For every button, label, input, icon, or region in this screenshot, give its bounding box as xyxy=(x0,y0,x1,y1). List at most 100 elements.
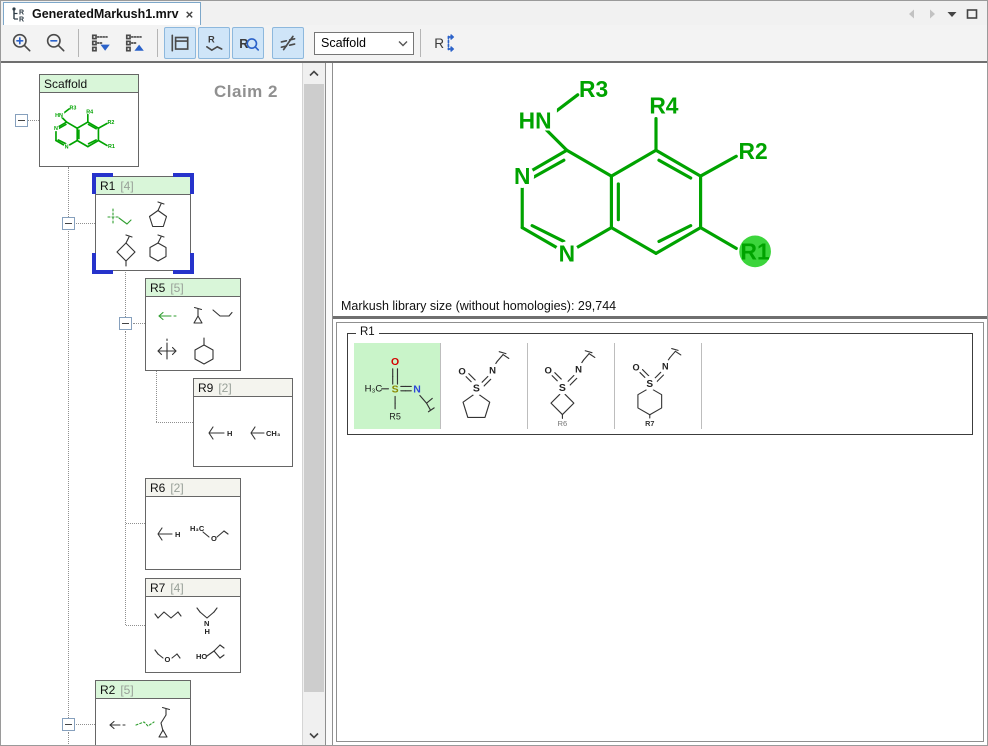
option2-n: N xyxy=(489,366,496,377)
atom-label-r1[interactable]: R1 xyxy=(741,238,770,264)
scaffold-structure[interactable]: HN R3 R4 R2 R1 N N xyxy=(438,67,874,295)
chevron-down-icon xyxy=(398,40,408,47)
r1-option-2[interactable]: S O N xyxy=(441,343,528,429)
tab-close-icon[interactable]: × xyxy=(186,7,194,22)
r1-node-count: [4] xyxy=(120,179,133,193)
atom-label-n3[interactable]: N xyxy=(514,163,530,189)
r9-atom-h: H xyxy=(227,429,232,438)
option1-h3c: H₃C xyxy=(365,384,383,395)
rgroup-view-button[interactable]: R xyxy=(198,27,230,59)
option1-n: N xyxy=(413,385,421,396)
scroll-up-button[interactable] xyxy=(303,63,325,83)
r2-expander[interactable] xyxy=(62,718,75,731)
view-selector-dropdown[interactable]: Scaffold xyxy=(314,32,414,55)
r9-node-count: [2] xyxy=(218,381,231,395)
option4-r7: R7 xyxy=(645,419,654,428)
expand-all-button[interactable] xyxy=(85,27,117,59)
r5-fragments-thumb xyxy=(150,299,236,369)
scaffold-viewer[interactable]: HN R3 R4 R2 R1 N N xyxy=(333,63,987,295)
zoom-out-button[interactable] xyxy=(40,27,72,59)
maximize-icon[interactable] xyxy=(965,7,979,21)
zoom-in-button[interactable] xyxy=(6,27,38,59)
svg-text:R3: R3 xyxy=(69,105,76,111)
toolbar-separator xyxy=(157,29,158,57)
r9-node-header: R9 [2] xyxy=(194,379,292,397)
app-window: R R GeneratedMarkush1.mrv × xyxy=(0,0,988,746)
tree-scrollbar[interactable] xyxy=(302,63,325,745)
library-size-status: Markush library size (without homologies… xyxy=(333,295,987,319)
r6-node-header: R6 [2] xyxy=(146,479,240,497)
tree-connector xyxy=(133,323,145,324)
svg-text:R: R xyxy=(19,17,24,23)
r9-fragments-thumb: H CH₃ xyxy=(195,399,291,465)
option4-s: S xyxy=(646,379,653,390)
hide-markers-button[interactable] xyxy=(272,27,304,59)
scrollbar-thumb[interactable] xyxy=(304,84,324,692)
markush-tree-panel: Claim 2 Scaffold xyxy=(1,63,326,745)
tree-connector xyxy=(126,625,145,626)
tree-connector xyxy=(68,732,69,745)
tree-node-r1[interactable]: R1 [4] xyxy=(95,176,191,271)
tree-connector xyxy=(68,167,69,217)
tree-node-r6[interactable]: R6 [2] H H₃C O xyxy=(145,478,241,570)
r5-expander[interactable] xyxy=(119,317,132,330)
atom-label-r3[interactable]: R3 xyxy=(579,76,608,102)
svg-text:R2: R2 xyxy=(107,120,114,126)
r7-atom-h: H xyxy=(205,627,210,636)
r7-fragments-thumb: N H O HO xyxy=(150,598,236,671)
tab-strip: R R GeneratedMarkush1.mrv × xyxy=(1,1,987,25)
atom-label-r4[interactable]: R4 xyxy=(649,93,678,119)
tree-node-r7[interactable]: R7 [4] N H O HO xyxy=(145,578,241,673)
tabs-menu-icon[interactable] xyxy=(945,7,959,21)
enumeration-button[interactable]: R xyxy=(427,27,459,59)
expand-tree-icon xyxy=(90,32,112,54)
atom-label-r2[interactable]: R2 xyxy=(739,138,768,164)
r2-fragments-thumb xyxy=(100,701,186,745)
r1-option-1-structure: H₃C S O N R5 xyxy=(357,347,437,425)
option1-o: O xyxy=(391,357,399,368)
tabs-prev-icon[interactable] xyxy=(905,7,919,21)
r9-node-label: R9 xyxy=(198,381,213,395)
tree-connector xyxy=(68,231,69,718)
tree-node-r2[interactable]: R2 [5] xyxy=(95,680,191,745)
tree-connector xyxy=(125,331,126,625)
document-tab[interactable]: R R GeneratedMarkush1.mrv × xyxy=(3,2,201,25)
r7-atom-ho: HO xyxy=(196,652,207,661)
tree-connector xyxy=(156,371,157,422)
definitions-area: R1 xyxy=(333,319,987,745)
r1-expander[interactable] xyxy=(62,217,75,230)
r7-node-count: [4] xyxy=(170,581,183,595)
r7-atom-o: O xyxy=(165,655,171,664)
option4-n: N xyxy=(662,362,669,372)
zoom-in-icon xyxy=(11,32,33,54)
scroll-down-button[interactable] xyxy=(303,725,325,745)
atom-label-hn[interactable]: HN xyxy=(519,108,552,134)
tree-connector xyxy=(76,724,95,725)
tree-connector xyxy=(76,223,95,224)
scaffold-node-label: Scaffold xyxy=(44,77,87,91)
selection-corner xyxy=(173,173,194,194)
scaffold-expander[interactable] xyxy=(15,114,28,127)
collapse-all-button[interactable] xyxy=(119,27,151,59)
tabs-next-icon[interactable] xyxy=(925,7,939,21)
r1-option-1[interactable]: H₃C S O N R5 xyxy=(354,343,441,429)
r1-option-4-structure: S O N R7 xyxy=(618,344,698,428)
tree-node-r9[interactable]: R9 [2] H CH₃ xyxy=(193,378,293,467)
r7-node-header: R7 [4] xyxy=(146,579,240,597)
tree-node-scaffold[interactable]: Scaffold xyxy=(39,74,139,167)
hide-markers-icon xyxy=(277,32,299,54)
tree-node-r5[interactable]: R5 [5] xyxy=(145,278,241,371)
rgroup-query-button[interactable]: R xyxy=(232,27,264,59)
svg-text:R: R xyxy=(19,10,24,17)
scaffold-structure-thumb: HN R3 R4 R2 R1 N N xyxy=(43,99,135,161)
show-panels-button[interactable] xyxy=(164,27,196,59)
r1-option-3[interactable]: S O N R6 xyxy=(528,343,615,429)
detail-panel: HN R3 R4 R2 R1 N N Markush library size … xyxy=(332,63,987,745)
atom-label-n1[interactable]: N xyxy=(559,240,575,266)
r1-option-4[interactable]: S O N R7 xyxy=(615,343,702,429)
option2-s: S xyxy=(473,384,480,395)
r5-node-label: R5 xyxy=(150,281,165,295)
toolbar: R R Scaffold xyxy=(1,25,987,63)
main-area: Claim 2 Scaffold xyxy=(1,63,987,745)
tree-connector xyxy=(125,272,126,317)
